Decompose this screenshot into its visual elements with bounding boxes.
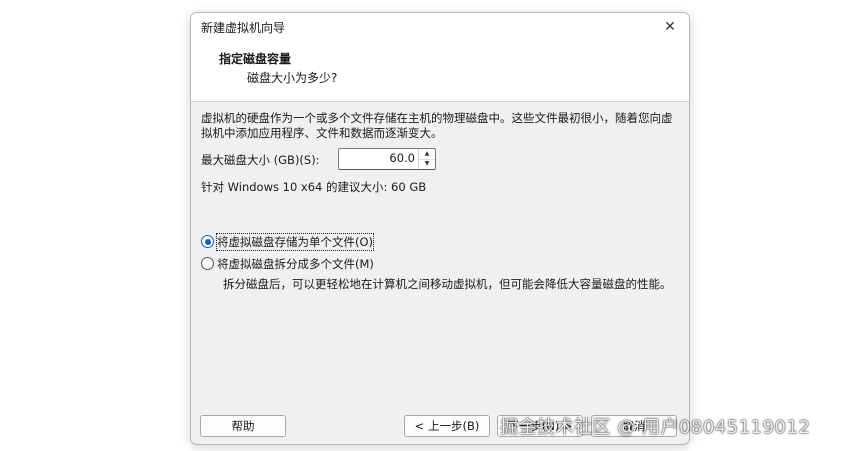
max-disk-size-stepper[interactable]: 60.0 ▲ ▼ [338, 148, 436, 170]
window-title: 新建虚拟机向导 [201, 21, 286, 35]
stepper-down-icon[interactable]: ▼ [419, 159, 435, 169]
close-icon[interactable]: ✕ [657, 15, 683, 39]
max-disk-size-label: 最大磁盘大小 (GB)(S): [201, 153, 320, 167]
radio-multiple-files-indicator[interactable] [201, 257, 214, 270]
header-panel: 指定磁盘容量 磁盘大小为多少? [191, 41, 689, 102]
stepper-buttons: ▲ ▼ [418, 149, 435, 169]
page-subtitle: 磁盘大小为多少? [247, 71, 338, 85]
max-disk-size-input[interactable]: 60.0 [389, 151, 415, 165]
help-button[interactable]: 帮助 [200, 415, 286, 437]
radio-single-file-label[interactable]: 将虚拟磁盘存储为单个文件(O) [215, 233, 375, 251]
radio-multiple-files-label[interactable]: 将虚拟磁盘拆分成多个文件(M) [217, 256, 374, 272]
radio-single-file-indicator[interactable] [201, 235, 214, 248]
disk-description: 虚拟机的硬盘作为一个或多个文件存储在主机的物理磁盘中。这些文件最初很小，随着您向… [201, 111, 673, 140]
watermark-text: 掘金技术社区 @ 用户08045119012 [500, 417, 811, 438]
recommended-size-text: 针对 Windows 10 x64 的建议大小: 60 GB [201, 180, 427, 194]
split-disk-note: 拆分磁盘后，可以更轻松地在计算机之间移动虚拟机，但可能会降低大容量磁盘的性能。 [223, 277, 672, 291]
page-title: 指定磁盘容量 [219, 52, 292, 66]
title-bar[interactable]: 新建虚拟机向导 ✕ [191, 13, 689, 41]
back-button[interactable]: < 上一步(B) [404, 415, 490, 437]
new-vm-wizard-dialog: 新建虚拟机向导 ✕ 指定磁盘容量 磁盘大小为多少? 虚拟机的硬盘作为一个或多个文… [190, 12, 690, 445]
